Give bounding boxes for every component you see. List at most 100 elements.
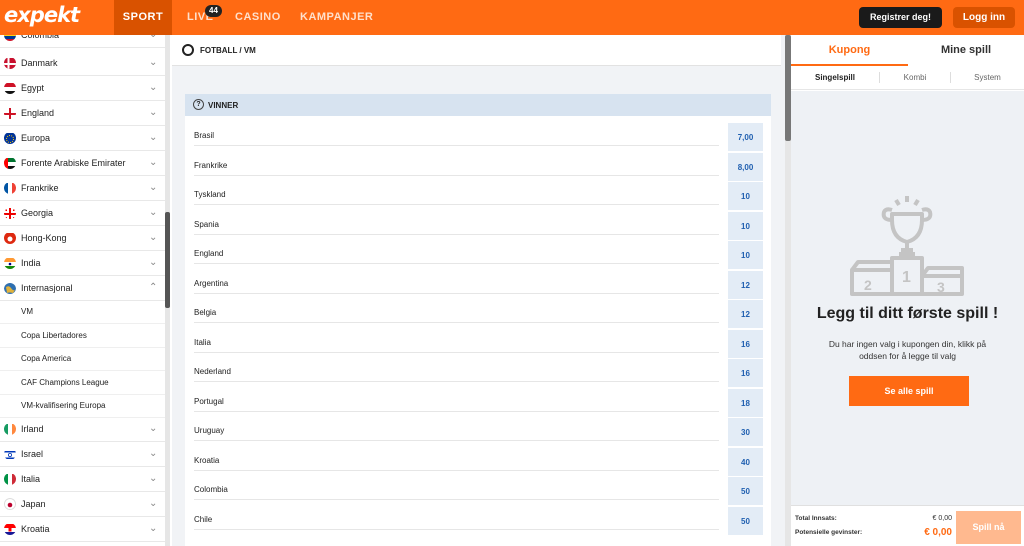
odds-button[interactable]: 16 bbox=[728, 359, 763, 388]
sidebar-subitem-caf-champions-league[interactable]: CAF Champions League bbox=[0, 371, 165, 395]
sidebar-item-uae[interactable]: Forente Arabiske Emirater ⌄ bbox=[0, 151, 165, 176]
chevron-down-icon: ⌄ bbox=[149, 35, 157, 47]
odds-button[interactable]: 18 bbox=[728, 389, 763, 418]
sidebar-item-internasjonal[interactable]: Internasjonal ⌃ bbox=[0, 276, 165, 301]
nav-casino[interactable]: CASINO bbox=[235, 0, 281, 35]
sidebar-item-italia[interactable]: Italia ⌄ bbox=[0, 467, 165, 492]
sidebar-item-egypt[interactable]: Egypt ⌄ bbox=[0, 76, 165, 101]
sidebar-subitem-vm[interactable]: VM bbox=[0, 300, 165, 324]
sidebar-item-label: Irland bbox=[21, 424, 44, 434]
selection-row: Frankrike 8,00 bbox=[185, 153, 771, 182]
flag-france-icon bbox=[4, 182, 16, 194]
sidebar-item-england[interactable]: England ⌄ bbox=[0, 101, 165, 126]
sidebar-item-label: Egypt bbox=[21, 83, 45, 93]
sidebar-item-kroatia[interactable]: Kroatia ⌄ bbox=[0, 517, 165, 542]
register-button[interactable]: Registrer deg! bbox=[859, 7, 942, 28]
expekt-logo[interactable]: expekt bbox=[4, 3, 80, 27]
sidebar-item-frankrike[interactable]: Frankrike ⌄ bbox=[0, 176, 165, 201]
odds-button[interactable]: 7,00 bbox=[728, 123, 763, 152]
see-all-games-button[interactable]: Se alle spill bbox=[849, 376, 969, 406]
sidebar-subitem-label: VM-kvalifisering Europa bbox=[21, 401, 106, 410]
row-divider bbox=[194, 175, 719, 176]
row-divider bbox=[194, 234, 719, 235]
chevron-down-icon: ⌄ bbox=[149, 423, 158, 434]
sidebar-subitem-label: Copa Libertadores bbox=[21, 331, 87, 340]
sidebar-item-irland[interactable]: Irland ⌄ bbox=[0, 417, 165, 442]
tab-mine-spill[interactable]: Mine spill bbox=[908, 35, 1024, 65]
sidebar-subitem-copa-libertadores[interactable]: Copa Libertadores bbox=[0, 324, 165, 348]
flag-uae-icon bbox=[4, 157, 16, 169]
sidebar-item-danmark[interactable]: Danmark ⌄ bbox=[0, 51, 165, 76]
sidebar-item-label: England bbox=[21, 108, 55, 118]
subtab-singelspill[interactable]: Singelspill bbox=[791, 66, 879, 89]
odds-button[interactable]: 12 bbox=[728, 271, 763, 300]
sidebar-item-label: Kroatia bbox=[21, 524, 50, 534]
sidebar-scrollbar-thumb[interactable] bbox=[165, 212, 170, 308]
selection-row: Italia 16 bbox=[185, 330, 771, 359]
sidebar-item-europa[interactable]: Europa ⌄ bbox=[0, 126, 165, 151]
empty-coupon-description: Du har ingen valg i kupongen din, klikk … bbox=[828, 339, 987, 361]
odds-button[interactable]: 10 bbox=[728, 241, 763, 270]
row-divider bbox=[194, 352, 719, 353]
chevron-up-icon: ⌃ bbox=[149, 282, 158, 293]
svg-text:3: 3 bbox=[937, 279, 945, 295]
odds-button[interactable]: 30 bbox=[728, 418, 763, 447]
tab-kupong[interactable]: Kupong bbox=[791, 35, 908, 65]
subtab-kombi[interactable]: Kombi bbox=[880, 66, 950, 89]
flag-egypt-icon bbox=[4, 82, 16, 94]
sidebar-item-label: Italia bbox=[21, 474, 41, 484]
market-title: VINNER bbox=[208, 101, 239, 110]
flag-hongkong-icon bbox=[4, 232, 16, 244]
login-button[interactable]: Logg inn bbox=[953, 7, 1015, 28]
potential-win-label: Potensielle gevinster: bbox=[795, 529, 863, 536]
row-divider bbox=[194, 440, 719, 441]
subtab-system[interactable]: System bbox=[951, 66, 1024, 89]
flag-italy-icon bbox=[4, 473, 16, 485]
sidebar-subitem-vm-kvalifisering[interactable]: VM-kvalifisering Europa bbox=[0, 394, 165, 418]
chevron-down-icon: ⌄ bbox=[149, 157, 158, 168]
flag-denmark-icon bbox=[4, 57, 16, 69]
odds-button[interactable]: 10 bbox=[728, 212, 763, 241]
sidebar-item-japan[interactable]: Japan ⌄ bbox=[0, 492, 165, 517]
nav-sport[interactable]: SPORT bbox=[114, 0, 172, 35]
odds-button[interactable]: 8,00 bbox=[728, 153, 763, 182]
odds-button[interactable]: 50 bbox=[728, 477, 763, 506]
row-divider bbox=[194, 381, 719, 382]
odds-button[interactable]: 16 bbox=[728, 330, 763, 359]
odds-button[interactable]: 12 bbox=[728, 300, 763, 329]
selection-row: Portugal 18 bbox=[185, 389, 771, 418]
sidebar-item-colombia[interactable]: Colombia ⌄ bbox=[0, 35, 165, 48]
nav-kampanjer[interactable]: KAMPANJER bbox=[300, 0, 373, 35]
sidebar-item-hong-kong[interactable]: Hong-Kong ⌄ bbox=[0, 226, 165, 251]
market-header[interactable] bbox=[185, 94, 771, 116]
chevron-down-icon: ⌄ bbox=[149, 498, 158, 509]
breadcrumb-bar bbox=[172, 35, 781, 66]
sidebar-item-label: Colombia bbox=[21, 35, 60, 40]
breadcrumb: FOTBALL / VM bbox=[200, 46, 256, 55]
odds-button[interactable]: 50 bbox=[728, 507, 763, 536]
row-divider bbox=[194, 529, 719, 530]
selection-row: Spania 10 bbox=[185, 212, 771, 241]
chevron-down-icon: ⌄ bbox=[149, 57, 158, 68]
sidebar-item-label: Forente Arabiske Emirater bbox=[21, 158, 126, 168]
sidebar-subitem-label: VM bbox=[21, 307, 33, 316]
row-divider bbox=[194, 145, 719, 146]
place-bet-button[interactable]: Spill nå bbox=[956, 511, 1021, 544]
flag-england-icon bbox=[4, 107, 16, 119]
sidebar-subitem-copa-america[interactable]: Copa America bbox=[0, 347, 165, 371]
row-divider bbox=[194, 322, 719, 323]
sidebar-item-georgia[interactable]: Georgia ⌄ bbox=[0, 201, 165, 226]
selection-row: Chile 50 bbox=[185, 507, 771, 536]
svg-text:2: 2 bbox=[864, 277, 872, 293]
selection-row: Colombia 50 bbox=[185, 477, 771, 506]
sidebar-item-india[interactable]: India ⌄ bbox=[0, 251, 165, 276]
sidebar-item-israel[interactable]: Israel ⌄ bbox=[0, 442, 165, 467]
football-icon bbox=[182, 44, 194, 56]
empty-coupon-area bbox=[791, 91, 1024, 505]
chevron-down-icon: ⌄ bbox=[149, 107, 158, 118]
odds-button[interactable]: 10 bbox=[728, 182, 763, 211]
help-question-icon[interactable]: ? bbox=[193, 99, 204, 110]
sidebar-item-label: Frankrike bbox=[21, 183, 59, 193]
odds-button[interactable]: 40 bbox=[728, 448, 763, 477]
flag-europe-icon bbox=[4, 132, 16, 144]
